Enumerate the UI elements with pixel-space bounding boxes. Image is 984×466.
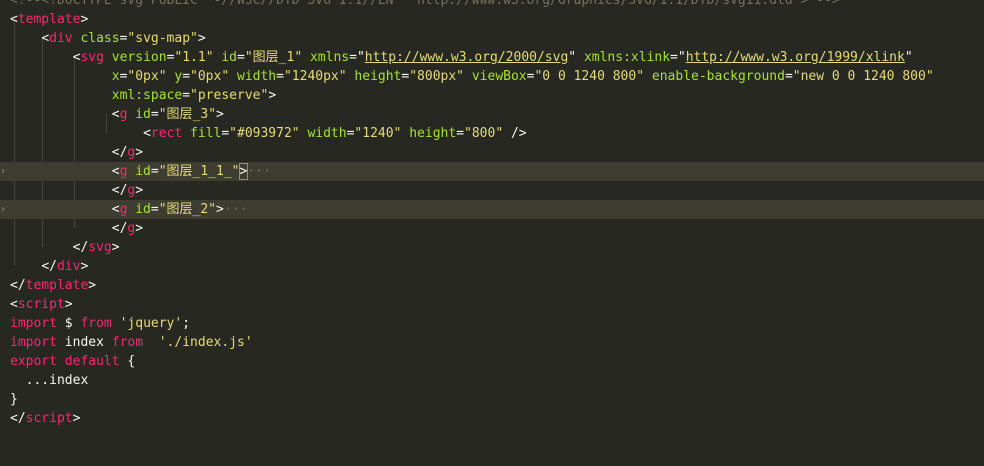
code-line[interactable]: </script> bbox=[0, 409, 984, 428]
tag-name: div bbox=[56, 259, 81, 274]
semicolon: ; bbox=[182, 316, 191, 331]
spread-expression: ...index bbox=[25, 373, 89, 388]
keyword: from bbox=[111, 335, 144, 350]
code-line[interactable]: </svg> bbox=[0, 238, 984, 257]
fold-arrow-icon[interactable]: › bbox=[0, 162, 6, 181]
folded-ellipsis[interactable]: ··· bbox=[247, 164, 270, 179]
attr-value: "#093972" bbox=[229, 126, 300, 141]
identifier: index bbox=[64, 335, 104, 350]
code-line[interactable]: <svg version="1.1" id="图层_1" xmlns="http… bbox=[0, 48, 984, 67]
tag-name: g bbox=[119, 202, 128, 217]
attr-name: enable-background bbox=[651, 69, 785, 84]
attr-value: "800px" bbox=[409, 69, 465, 84]
tag-name: template bbox=[17, 12, 81, 27]
attr-name: xmlns:xlink bbox=[583, 50, 671, 65]
attr-name: width bbox=[307, 126, 347, 141]
keyword: import bbox=[10, 316, 57, 331]
code-line[interactable]: import $ from 'jquery'; bbox=[0, 314, 984, 333]
tag-name: script bbox=[17, 297, 65, 312]
attr-name: id bbox=[221, 50, 238, 65]
tag-name: script bbox=[25, 411, 73, 426]
tag-name: svg bbox=[88, 240, 112, 255]
code-line[interactable]: import index from './index.js' bbox=[0, 333, 984, 352]
code-line[interactable]: › <g id="图层_2">··· bbox=[0, 200, 984, 219]
tag-name: g bbox=[119, 164, 128, 179]
attr-value: "0px" bbox=[190, 69, 230, 84]
attr-value: "svg-map" bbox=[127, 31, 198, 46]
attr-name: viewBox bbox=[471, 69, 527, 84]
code-line[interactable]: <rect fill="#093972" width="1240" height… bbox=[0, 124, 984, 143]
tag-name: g bbox=[119, 107, 128, 122]
attr-name: width bbox=[237, 69, 277, 84]
attr-value: "图层_1_1_" bbox=[158, 164, 240, 179]
attr-name: fill bbox=[190, 126, 222, 141]
code-line[interactable]: } bbox=[0, 390, 984, 409]
url-link[interactable]: http://www.w3.org/2000/svg bbox=[365, 50, 569, 65]
tag-name: template bbox=[25, 278, 89, 293]
tag-name: rect bbox=[150, 126, 183, 141]
attr-value: "preserve" bbox=[190, 88, 269, 103]
code-line[interactable]: </div> bbox=[0, 257, 984, 276]
fold-arrow-icon[interactable]: › bbox=[0, 200, 6, 219]
code-line[interactable]: </template> bbox=[0, 276, 984, 295]
tag-name: svg bbox=[80, 50, 104, 65]
attr-value: "new 0 0 1240 800" bbox=[792, 69, 934, 84]
attr-value: "图层_1" bbox=[244, 50, 303, 65]
keyword: import bbox=[10, 335, 57, 350]
string-literal: 'jquery' bbox=[119, 316, 183, 331]
attr-value: "1.1" bbox=[174, 50, 214, 65]
code-line[interactable]: xml:space="preserve"> bbox=[0, 86, 984, 105]
code-line[interactable]: <div class="svg-map"> bbox=[0, 29, 984, 48]
attr-value: "0px" bbox=[127, 69, 167, 84]
code-line[interactable]: <g id="图层_3"> bbox=[0, 105, 984, 124]
code-line[interactable]: x="0px" y="0px" width="1240px" height="8… bbox=[0, 67, 984, 86]
attr-value: "1240" bbox=[354, 126, 402, 141]
attr-name: height bbox=[409, 126, 457, 141]
code-line[interactable]: </g> bbox=[0, 181, 984, 200]
code-line[interactable]: </g> bbox=[0, 219, 984, 238]
tag-name: div bbox=[49, 31, 73, 46]
code-line[interactable]: <script> bbox=[0, 295, 984, 314]
doctype-comment: <!--<!DOCTYPE svg PUBLIC "-//W3C//DTD SV… bbox=[10, 0, 840, 8]
attr-value: "0 0 1240 800" bbox=[534, 69, 645, 84]
attr-name: id bbox=[135, 164, 151, 179]
attr-value: "1240px" bbox=[283, 69, 347, 84]
code-line[interactable]: export default { bbox=[0, 352, 984, 371]
attr-value: "图层_2" bbox=[158, 202, 217, 217]
code-line[interactable]: <template> bbox=[0, 10, 984, 29]
brace: { bbox=[127, 354, 136, 369]
attr-name: xmlns bbox=[309, 50, 350, 65]
code-editor[interactable]: <!--<!DOCTYPE svg PUBLIC "-//W3C//DTD SV… bbox=[0, 0, 984, 446]
attr-value: "图层_3" bbox=[158, 107, 217, 122]
attr-name: class bbox=[80, 31, 120, 46]
keyword: export bbox=[10, 354, 57, 369]
attr-name: x bbox=[111, 69, 120, 84]
attr-value: "800" bbox=[464, 126, 504, 141]
identifier: $ bbox=[64, 316, 73, 331]
brace: } bbox=[10, 392, 18, 407]
keyword: from bbox=[80, 316, 112, 331]
code-line[interactable]: ...index bbox=[0, 371, 984, 390]
code-line-current[interactable]: › <g id="图层_1_1_">··· bbox=[0, 162, 984, 181]
attr-name: xml:space bbox=[111, 88, 183, 103]
code-line[interactable]: </g> bbox=[0, 143, 984, 162]
keyword: default bbox=[64, 354, 120, 369]
url-link[interactable]: http://www.w3.org/1999/xlink bbox=[686, 50, 905, 65]
attr-name: version bbox=[111, 50, 167, 65]
folded-ellipsis[interactable]: ··· bbox=[224, 202, 247, 217]
attr-name: height bbox=[354, 69, 402, 84]
attr-name: id bbox=[135, 107, 151, 122]
string-literal: './index.js' bbox=[158, 335, 253, 350]
code-line[interactable]: <!--<!DOCTYPE svg PUBLIC "-//W3C//DTD SV… bbox=[0, 0, 984, 10]
attr-name: id bbox=[135, 202, 151, 217]
